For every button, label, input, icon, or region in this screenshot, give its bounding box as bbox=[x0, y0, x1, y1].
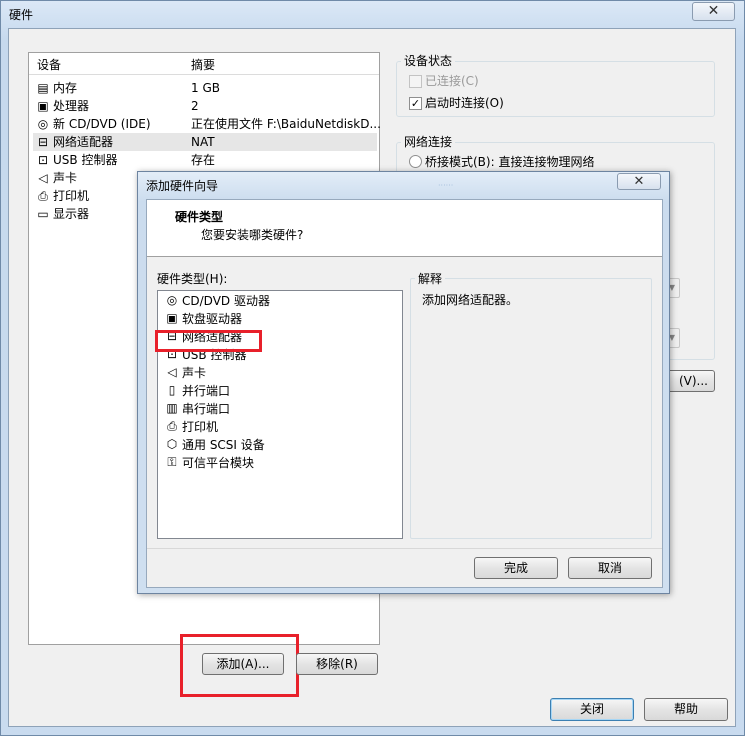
device-summary: 正在使用文件 F:\BaiduNetdiskD... bbox=[191, 117, 381, 131]
hardware-type-name: 串行端口 bbox=[182, 402, 231, 416]
cd-icon: ◎ bbox=[166, 293, 178, 307]
device-row[interactable]: ▣ 处理器 2 bbox=[33, 97, 377, 115]
device-name: 处理器 bbox=[53, 99, 90, 113]
network-connection-title: 网络连接 bbox=[401, 133, 456, 150]
connect-at-power-on-checkbox[interactable]: ✓ bbox=[409, 97, 422, 110]
close-icon: ✕ bbox=[633, 174, 645, 189]
device-list-header: 设备 摘要 bbox=[29, 53, 379, 75]
hardware-type-name: CD/DVD 驱动器 bbox=[182, 294, 270, 308]
wizard-header-title: 硬件类型 bbox=[175, 210, 224, 224]
window-title: 硬件 bbox=[9, 8, 34, 22]
hardware-type-item[interactable]: ⬡ 通用 SCSI 设备 bbox=[162, 436, 402, 454]
cpu-icon: ▣ bbox=[37, 99, 49, 113]
sound-icon: ◁ bbox=[38, 171, 48, 185]
connect-at-power-on-label: 启动时连接(O) bbox=[425, 96, 504, 110]
wizard-title-ghost: ······ bbox=[438, 181, 454, 190]
hardware-type-item[interactable]: ▯ 并行端口 bbox=[162, 382, 402, 400]
floppy-icon: ▣ bbox=[166, 311, 178, 325]
hardware-type-name: 打印机 bbox=[182, 420, 219, 434]
bridged-mode-label: 桥接模式(B): 直接连接物理网络 bbox=[425, 155, 595, 169]
wizard-title: 添加硬件向导 bbox=[146, 179, 219, 193]
wizard-close-button[interactable]: ✕ bbox=[617, 173, 661, 190]
device-status-title: 设备状态 bbox=[401, 52, 456, 69]
bridged-mode-radio[interactable] bbox=[409, 155, 422, 168]
scsi-icon: ⬡ bbox=[166, 437, 178, 451]
window-close-button[interactable]: ✕ bbox=[692, 2, 735, 21]
connected-checkbox[interactable] bbox=[409, 75, 422, 88]
column-header-device[interactable]: 设备 bbox=[37, 55, 61, 75]
hardware-type-name: 可信平台模块 bbox=[182, 456, 255, 470]
network-adapter-highlight bbox=[155, 330, 262, 352]
connected-label: 已连接(C) bbox=[425, 74, 479, 88]
hardware-type-item[interactable]: ◎ CD/DVD 驱动器 bbox=[162, 292, 402, 310]
tpm-icon: ⚿ bbox=[167, 455, 177, 469]
device-row[interactable]: ⊟ 网络适配器 NAT bbox=[33, 133, 377, 151]
parallel-port-icon: ▯ bbox=[168, 383, 176, 397]
device-name: USB 控制器 bbox=[53, 153, 118, 167]
device-name: 新 CD/DVD (IDE) bbox=[53, 117, 151, 131]
printer-icon: ⎙ bbox=[38, 189, 48, 203]
usb-icon: ⊡ bbox=[37, 153, 49, 167]
wizard-header: 硬件类型 您要安装哪类硬件? bbox=[147, 200, 662, 257]
device-name: 网络适配器 bbox=[53, 135, 114, 149]
explanation-group bbox=[410, 278, 652, 539]
close-button[interactable]: 关闭 bbox=[550, 698, 634, 721]
device-name: 内存 bbox=[53, 81, 78, 95]
device-row[interactable]: ⊡ USB 控制器 存在 bbox=[33, 151, 377, 169]
device-summary: 存在 bbox=[191, 153, 216, 167]
column-header-summary[interactable]: 摘要 bbox=[191, 55, 215, 75]
device-summary: NAT bbox=[191, 135, 215, 149]
sound-icon: ◁ bbox=[167, 365, 177, 379]
close-icon: ✕ bbox=[707, 3, 720, 19]
hardware-type-item[interactable]: ◁ 声卡 bbox=[162, 364, 402, 382]
hardware-type-name: 声卡 bbox=[182, 366, 207, 380]
serial-port-icon: ▥ bbox=[166, 401, 178, 415]
device-row[interactable]: ◎ 新 CD/DVD (IDE) 正在使用文件 F:\BaiduNetdiskD..… bbox=[33, 115, 381, 133]
device-summary: 2 bbox=[191, 99, 199, 113]
add-hardware-wizard-dialog: 添加硬件向导 ······ ✕ 硬件类型 您要安装哪类硬件? 硬件类型(H): … bbox=[137, 171, 670, 594]
hardware-type-item[interactable]: ⎙ 打印机 bbox=[162, 418, 402, 436]
hardware-type-list[interactable]: ◎ CD/DVD 驱动器 ▣ 软盘驱动器 ⊟ 网络适配器 ⊡ USB 控制器 ◁ 声卡 ▯ 并行端口 ▥… bbox=[157, 290, 403, 539]
device-name: 声卡 bbox=[53, 171, 78, 185]
memory-icon: ▤ bbox=[37, 81, 49, 95]
wizard-header-subtitle: 您要安装哪类硬件? bbox=[201, 228, 304, 242]
cancel-button[interactable]: 取消 bbox=[568, 557, 652, 579]
hardware-type-item[interactable]: ▣ 软盘驱动器 bbox=[162, 310, 402, 328]
device-name: 显示器 bbox=[53, 207, 90, 221]
add-button[interactable]: 添加(A)... bbox=[202, 653, 284, 675]
hardware-type-item[interactable]: ▥ 串行端口 bbox=[162, 400, 402, 418]
help-button[interactable]: 帮助 bbox=[644, 698, 728, 721]
remove-button[interactable]: 移除(R) bbox=[296, 653, 378, 675]
printer-icon: ⎙ bbox=[167, 419, 177, 433]
hardware-type-name: 软盘驱动器 bbox=[182, 312, 243, 326]
wizard-client-area: 硬件类型 您要安装哪类硬件? 硬件类型(H): ◎ CD/DVD 驱动器 ▣ 软盘驱动… bbox=[146, 199, 663, 588]
cd-icon: ◎ bbox=[37, 117, 49, 131]
display-icon: ▭ bbox=[37, 207, 49, 221]
device-name: 打印机 bbox=[53, 189, 90, 203]
hardware-type-name: 并行端口 bbox=[182, 384, 231, 398]
device-row[interactable]: ▤ 内存 1 GB bbox=[33, 79, 377, 97]
checkmark-icon: ✓ bbox=[410, 97, 421, 110]
hardware-type-name: 通用 SCSI 设备 bbox=[182, 438, 265, 452]
finish-button[interactable]: 完成 bbox=[474, 557, 558, 579]
hardware-type-item[interactable]: ⚿ 可信平台模块 bbox=[162, 454, 402, 472]
device-summary: 1 GB bbox=[191, 81, 220, 95]
network-icon: ⊟ bbox=[37, 135, 49, 149]
explanation-title: 解释 bbox=[415, 270, 446, 287]
explanation-text: 添加网络适配器。 bbox=[422, 293, 519, 307]
hardware-type-label: 硬件类型(H): bbox=[157, 272, 228, 286]
